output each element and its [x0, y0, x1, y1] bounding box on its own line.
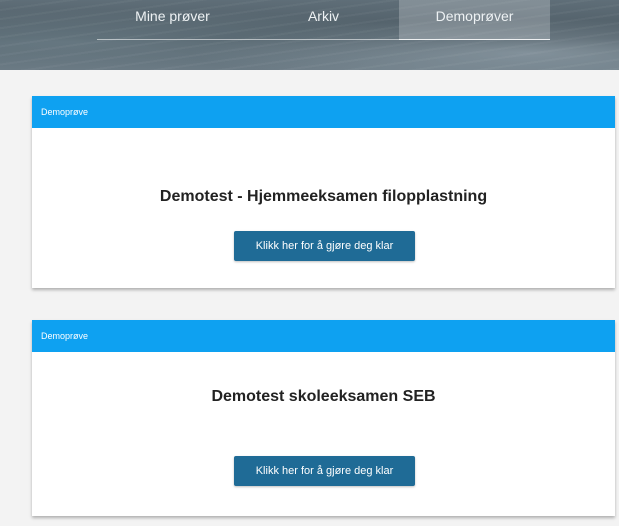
get-ready-button[interactable]: Klikk her for å gjøre deg klar	[234, 456, 415, 486]
card-header: Demoprøve	[32, 96, 615, 128]
get-ready-button[interactable]: Klikk her for å gjøre deg klar	[234, 231, 415, 261]
tab-mine-prover[interactable]: Mine prøver	[97, 0, 248, 40]
exam-card: Demoprøve Demotest skoleeksamen SEB Klik…	[32, 320, 615, 516]
tab-arkiv[interactable]: Arkiv	[248, 0, 399, 40]
card-header: Demoprøve	[32, 320, 615, 352]
card-title: Demotest skoleeksamen SEB	[211, 388, 436, 405]
card-title: Demotest - Hjemmeeksamen filopplastning	[159, 188, 488, 205]
nav-tabs: Mine prøver Arkiv Demoprøver	[97, 0, 552, 48]
tab-demoprover[interactable]: Demoprøver	[399, 0, 550, 40]
exam-card: Demoprøve Demotest - Hjemmeeksamen filop…	[32, 96, 615, 288]
top-banner: Mine prøver Arkiv Demoprøver	[0, 0, 619, 70]
main-content: Demoprøve Demotest - Hjemmeeksamen filop…	[0, 70, 619, 526]
